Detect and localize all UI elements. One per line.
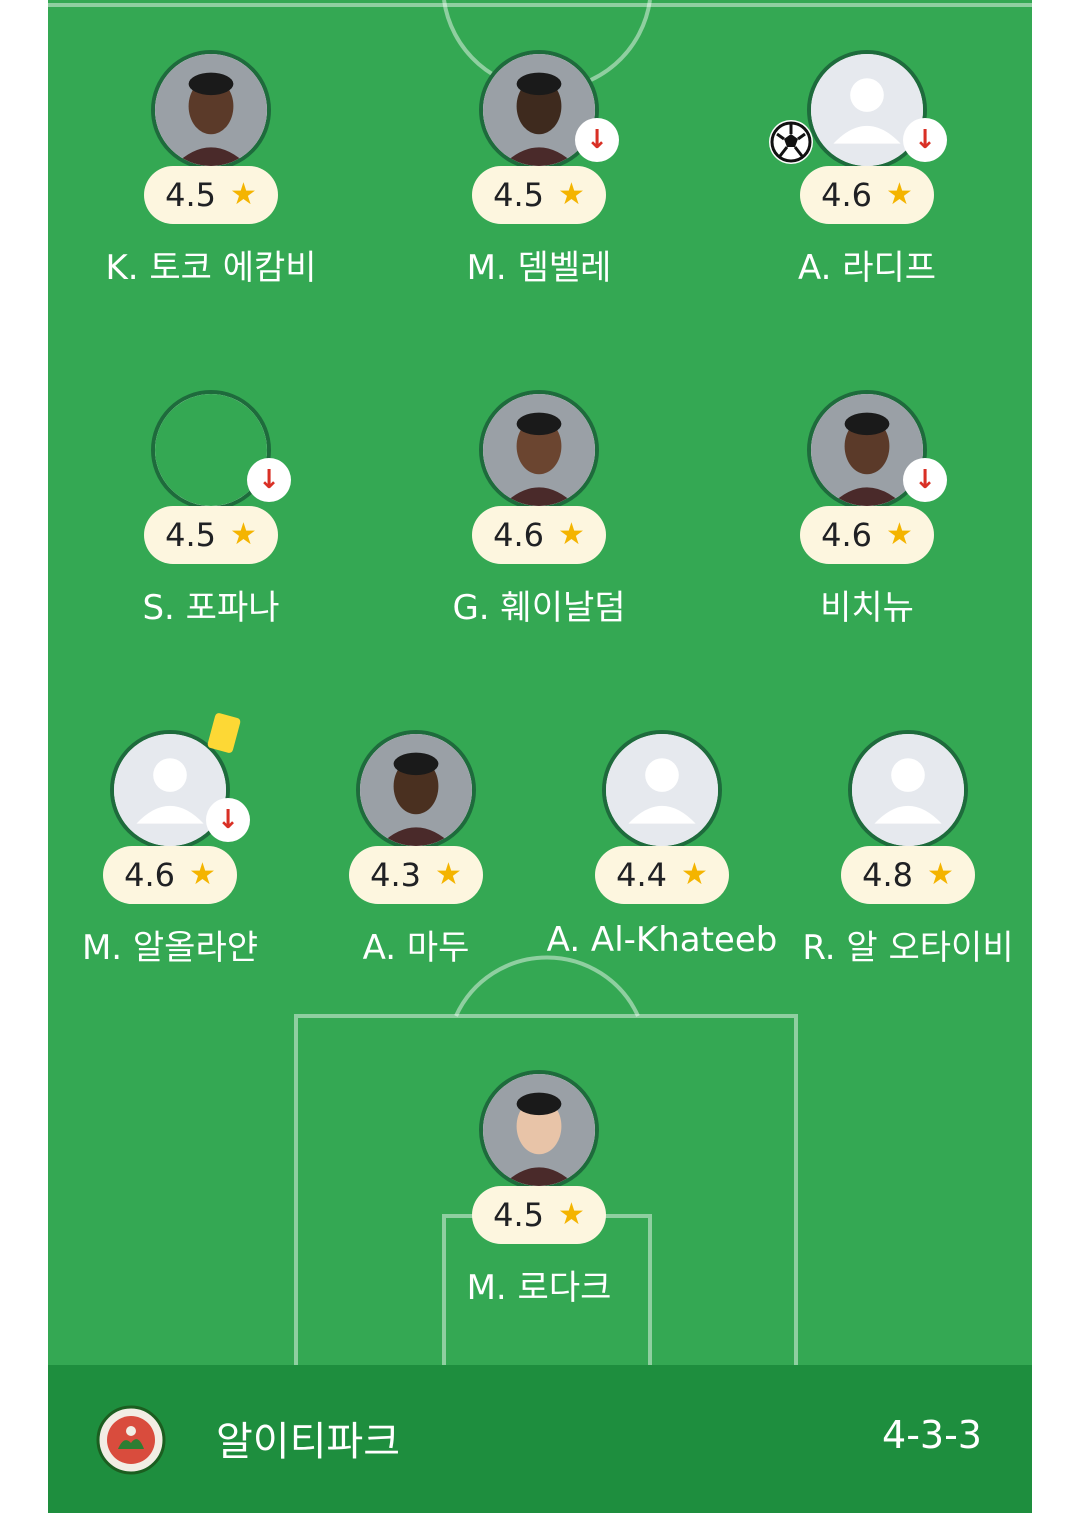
player-card[interactable]: ↓ 4.6 ★ A. 라디프 [737, 2, 997, 302]
pitch: 4.5 ★ K. 토코 에캄비 ↓ 4.5 ★ M. 뎀벨레 ↓ 4.6 ★ A. 라디프 ↓ 4.5 ★… [48, 0, 1032, 1365]
rating-badge: 4.6 ★ [800, 506, 934, 564]
star-icon: ★ [434, 857, 462, 892]
player-card[interactable]: ↓ 4.5 ★ M. 뎀벨레 [409, 2, 669, 302]
sub-arrow-glyph: ↓ [586, 125, 608, 155]
sub-arrow-glyph: ↓ [258, 465, 280, 495]
club-crest-icon [96, 1405, 166, 1475]
substitution-arrow-icon: ↓ [903, 458, 947, 502]
rating-badge: 4.5 ★ [144, 166, 278, 224]
player-name: K. 토코 에캄비 [105, 248, 317, 288]
player-name: S. 포파나 [142, 588, 280, 628]
rating-badge: 4.6 ★ [472, 506, 606, 564]
rating-badge: 4.3 ★ [349, 846, 483, 904]
star-icon: ★ [229, 177, 257, 212]
rating-badge: 4.6 ★ [103, 846, 237, 904]
rating-value: 4.3 [370, 856, 421, 894]
rating-value: 4.5 [165, 176, 216, 214]
rating-badge: 4.5 ★ [472, 166, 606, 224]
rating-badge: 4.4 ★ [595, 846, 729, 904]
player-card[interactable]: 4.6 ★ G. 훼이날덤 [409, 342, 669, 642]
goal-ball-icon [769, 120, 813, 164]
star-icon: ★ [229, 517, 257, 552]
star-icon: ★ [680, 857, 708, 892]
player-name: G. 훼이날덤 [452, 588, 626, 628]
sub-arrow-glyph: ↓ [914, 125, 936, 155]
star-icon: ★ [885, 177, 913, 212]
player-name: R. 알 오타이비 [802, 928, 1014, 968]
player-card[interactable]: 4.8 ★ R. 알 오타이비 [778, 682, 1032, 982]
player-name: M. 뎀벨레 [466, 248, 612, 288]
substitution-arrow-icon: ↓ [247, 458, 291, 502]
sub-arrow-glyph: ↓ [914, 465, 936, 495]
rating-value: 4.8 [862, 856, 913, 894]
player-name: M. 로다크 [466, 1268, 612, 1308]
rating-badge: 4.5 ★ [144, 506, 278, 564]
player-photo [356, 730, 476, 850]
star-icon: ★ [188, 857, 216, 892]
substitution-arrow-icon: ↓ [206, 798, 250, 842]
sub-arrow-glyph: ↓ [217, 805, 239, 835]
substitution-arrow-icon: ↓ [903, 118, 947, 162]
rating-value: 4.6 [493, 516, 544, 554]
star-icon: ★ [557, 177, 585, 212]
rating-value: 4.6 [124, 856, 175, 894]
player-card[interactable]: 4.5 ★ M. 로다크 [409, 1022, 669, 1322]
yellow-card-icon [206, 712, 242, 754]
rating-badge: 4.8 ★ [841, 846, 975, 904]
player-photo [479, 1070, 599, 1190]
rating-value: 4.6 [821, 176, 872, 214]
avatar-placeholder-icon [602, 730, 722, 850]
player-photo [479, 390, 599, 510]
avatar-placeholder-icon [848, 730, 968, 850]
substitution-arrow-icon: ↓ [575, 118, 619, 162]
player-name: A. 라디프 [797, 248, 937, 288]
formation: 4-3-3 [882, 1413, 982, 1457]
rating-value: 4.6 [821, 516, 872, 554]
rating-value: 4.5 [493, 176, 544, 214]
star-icon: ★ [557, 1197, 585, 1232]
rating-badge: 4.6 ★ [800, 166, 934, 224]
player-photo [151, 50, 271, 170]
rating-badge: 4.5 ★ [472, 1186, 606, 1244]
player-card[interactable]: ↓ 4.5 ★ S. 포파나 [81, 342, 341, 642]
star-icon: ★ [557, 517, 585, 552]
star-icon: ★ [885, 517, 913, 552]
rating-value: 4.4 [616, 856, 667, 894]
star-icon: ★ [926, 857, 954, 892]
player-card[interactable]: ↓ 4.6 ★ 비치뉴 [737, 342, 997, 642]
team-footer: 알이티파크 4-3-3 [48, 1365, 1032, 1513]
rating-value: 4.5 [165, 516, 216, 554]
player-name: 비치뉴 [820, 588, 914, 628]
team-name: 알이티파크 [216, 1419, 400, 1465]
rating-value: 4.5 [493, 1196, 544, 1234]
player-card[interactable]: 4.5 ★ K. 토코 에캄비 [81, 2, 341, 302]
